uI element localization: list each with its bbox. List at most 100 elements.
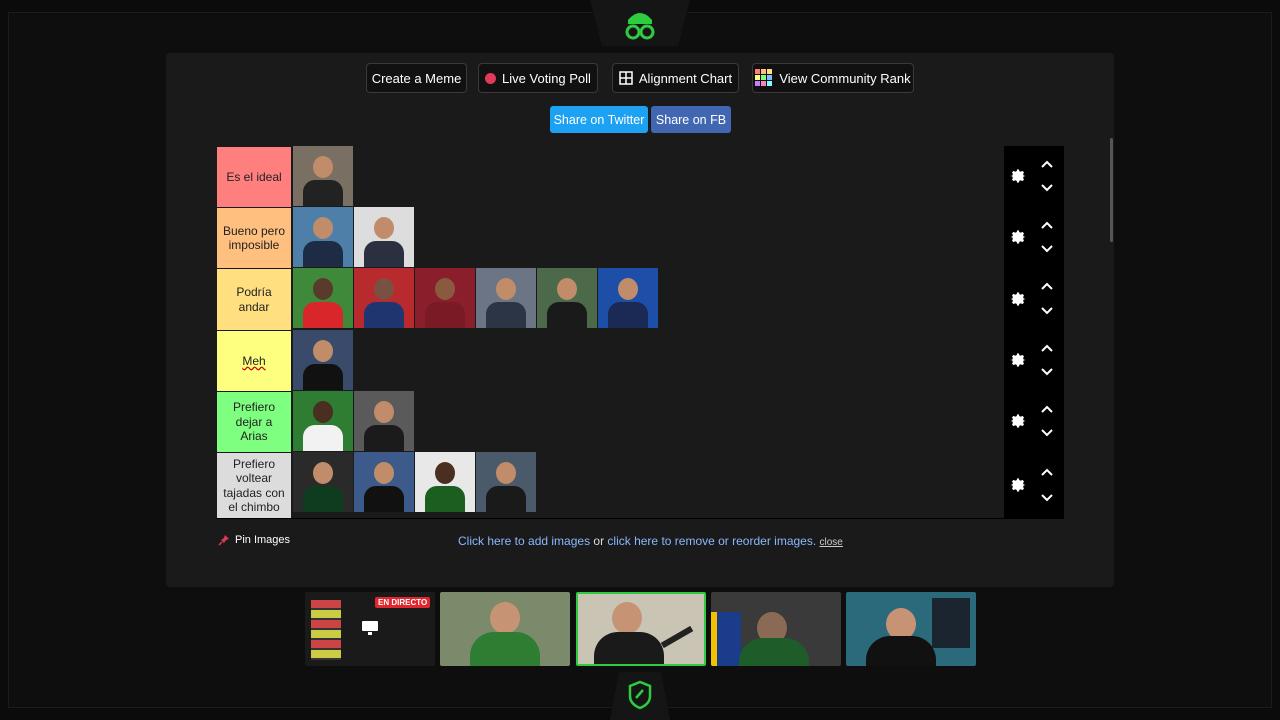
- add-images-link[interactable]: Click here to add images: [458, 534, 590, 548]
- chevron-down-icon[interactable]: [1040, 490, 1054, 504]
- create-meme-label: Create a Meme: [371, 70, 462, 86]
- chevron-up-icon[interactable]: [1040, 466, 1054, 480]
- coach-photo[interactable]: [354, 207, 414, 267]
- tier-label-text: Prefiero dejar a Arias: [232, 400, 276, 444]
- chevron-up-icon[interactable]: [1040, 342, 1054, 356]
- gear-icon[interactable]: [1008, 227, 1028, 247]
- tier-items: [293, 207, 415, 267]
- live-voting-poll-label: Live Voting Poll: [502, 70, 591, 86]
- tier-controls: [1004, 452, 1064, 518]
- mini-tierlist: [311, 600, 341, 660]
- chevron-up-icon[interactable]: [1040, 280, 1054, 294]
- tier-controls: [1004, 268, 1064, 330]
- grid-icon: [619, 71, 633, 85]
- tier-label[interactable]: Prefiero voltear tajadas con el chimbo: [217, 453, 291, 518]
- tier-row: Prefiero dejar a Arias: [216, 391, 1064, 453]
- record-dot-icon: [485, 72, 497, 84]
- live-voting-poll-button[interactable]: Live Voting Poll: [478, 63, 598, 93]
- gear-icon[interactable]: [1008, 166, 1028, 186]
- chevron-down-icon[interactable]: [1040, 425, 1054, 439]
- scrollbar[interactable]: [1110, 138, 1113, 242]
- monitor-icon: [362, 621, 378, 635]
- tier-row: Es el ideal: [216, 146, 1064, 208]
- tier-controls: [1004, 146, 1064, 207]
- tier-label[interactable]: Podría andar: [217, 269, 291, 330]
- tier-label[interactable]: Es el ideal: [217, 147, 291, 207]
- tier-items: [293, 391, 415, 451]
- view-community-rank-label: View Community Rank: [779, 70, 911, 86]
- coach-photo[interactable]: [293, 391, 353, 451]
- coach-photo[interactable]: [354, 452, 414, 512]
- gear-icon[interactable]: [1008, 411, 1028, 431]
- tier-row: Bueno pero imposible: [216, 207, 1064, 269]
- chevron-up-icon[interactable]: [1040, 403, 1054, 417]
- tier-label-text: Meh: [242, 353, 266, 368]
- coach-photo[interactable]: [293, 452, 353, 512]
- wall-poster: [932, 598, 970, 648]
- alignment-chart-label: Alignment Chart: [638, 70, 733, 86]
- coach-photo[interactable]: [293, 146, 353, 206]
- share-fb-label: Share on FB: [655, 112, 727, 127]
- chevron-up-icon[interactable]: [1040, 219, 1054, 233]
- tier-controls: [1004, 207, 1064, 268]
- alignment-chart-button[interactable]: Alignment Chart: [612, 63, 739, 93]
- screen-share-feed: EN DIRECTO: [305, 592, 435, 666]
- coach-photo[interactable]: [293, 330, 353, 390]
- close-link[interactable]: close: [820, 537, 843, 548]
- coach-photo[interactable]: [476, 452, 536, 512]
- webcam-feed: [440, 592, 570, 666]
- shield-logo-icon: [628, 680, 652, 710]
- tier-label-text: Bueno pero imposible: [222, 223, 286, 253]
- gear-icon[interactable]: [1008, 289, 1028, 309]
- coach-photo[interactable]: [354, 268, 414, 328]
- tier-items: [293, 330, 354, 390]
- image-links: Click here to add images or click here t…: [458, 534, 843, 548]
- tier-items: [293, 146, 354, 206]
- reorder-images-link[interactable]: click here to remove or reorder images.: [607, 534, 816, 548]
- team-flag: [711, 612, 741, 666]
- tier-label[interactable]: Bueno pero imposible: [217, 208, 291, 268]
- coach-photo[interactable]: [354, 391, 414, 451]
- tier-label[interactable]: Prefiero dejar a Arias: [217, 392, 291, 452]
- pin-images-toggle[interactable]: Pin Images: [218, 534, 290, 546]
- gear-icon[interactable]: [1008, 350, 1028, 370]
- coach-photo[interactable]: [476, 268, 536, 328]
- share-fb-button[interactable]: Share on FB: [651, 106, 731, 133]
- tier-items: [293, 268, 659, 328]
- coach-photo[interactable]: [415, 452, 475, 512]
- chevron-down-icon[interactable]: [1040, 364, 1054, 378]
- view-community-rank-button[interactable]: View Community Rank: [752, 63, 914, 93]
- tier-label-text: Es el ideal: [226, 169, 282, 184]
- coach-photo[interactable]: [293, 207, 353, 267]
- microphone-arm: [660, 625, 694, 649]
- create-meme-button[interactable]: Create a Meme: [366, 63, 467, 93]
- pin-images-label: Pin Images: [235, 534, 291, 546]
- chevron-down-icon[interactable]: [1040, 241, 1054, 255]
- coach-photo[interactable]: [415, 268, 475, 328]
- streamer-head: [612, 602, 642, 634]
- coach-photo[interactable]: [537, 268, 597, 328]
- streamer-body: [866, 636, 936, 666]
- webcam-feed: [846, 592, 976, 666]
- coach-photo[interactable]: [598, 268, 658, 328]
- coach-photo[interactable]: [293, 268, 353, 328]
- channel-logo-top: [590, 0, 690, 46]
- streamer-head: [490, 602, 520, 634]
- streamer-body: [470, 632, 540, 666]
- gear-icon[interactable]: [1008, 475, 1028, 495]
- streamer-body: [594, 632, 664, 664]
- chevron-up-icon[interactable]: [1040, 158, 1054, 172]
- live-badge: EN DIRECTO: [375, 597, 431, 608]
- share-twitter-button[interactable]: Share on Twitter: [550, 106, 648, 133]
- chevron-down-icon[interactable]: [1040, 180, 1054, 194]
- pushpin-icon: [218, 535, 229, 546]
- tier-label-text: Podría andar: [236, 285, 272, 314]
- chevron-down-icon[interactable]: [1040, 303, 1054, 317]
- tier-label[interactable]: Meh: [217, 331, 291, 391]
- tier-controls: [1004, 330, 1064, 391]
- nerd-avatar-icon: [625, 13, 655, 40]
- tier-label-text: Prefiero voltear tajadas con el chimbo: [223, 456, 285, 515]
- tier-row: Prefiero voltear tajadas con el chimbo: [216, 452, 1064, 519]
- tier-row: Meh: [216, 330, 1064, 392]
- tier-controls: [1004, 391, 1064, 452]
